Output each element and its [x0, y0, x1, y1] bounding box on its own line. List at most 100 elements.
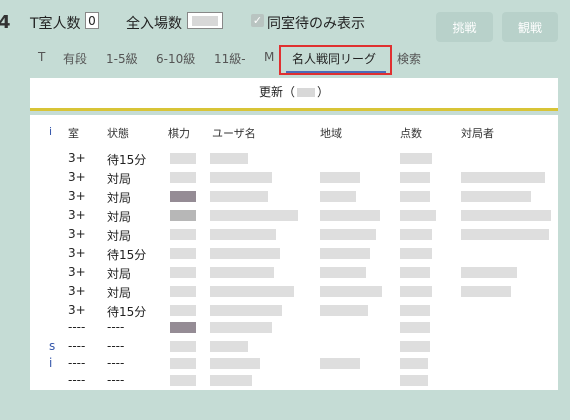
redacted-rank — [170, 191, 196, 202]
redacted-score — [400, 322, 430, 333]
redacted-score — [400, 172, 430, 183]
redacted-rank — [170, 305, 196, 316]
table-row[interactable]: 3+ 対局 — [30, 227, 558, 245]
redacted-score — [400, 358, 428, 369]
row-status: 対局 — [107, 172, 132, 186]
redacted-username — [210, 210, 298, 221]
redacted-region — [320, 358, 360, 369]
row-room: ---- — [68, 339, 86, 353]
redacted-score — [400, 267, 430, 278]
table-row[interactable]: 3+ 対局 — [30, 170, 558, 188]
redacted-rank — [170, 286, 196, 297]
redacted-opponent — [461, 229, 549, 240]
refresh-suffix: ） — [317, 85, 330, 99]
row-room: 3+ — [68, 227, 86, 241]
same-room-waiting-label: 同室待のみ表示 — [267, 16, 365, 32]
header-bar: T室人数 0 全入場数 ✓ 同室待のみ表示 挑戦 観戦 — [0, 10, 570, 42]
table-row[interactable]: ---- ---- — [30, 320, 558, 338]
redacted-username — [210, 341, 248, 352]
table-row[interactable]: 3+ 対局 — [30, 208, 558, 226]
col-opponent[interactable]: 対局者 — [461, 125, 494, 141]
redacted-opponent — [461, 191, 531, 202]
table-row[interactable]: i ---- ---- — [30, 356, 558, 374]
table-row[interactable]: s ---- ---- — [30, 339, 558, 357]
row-status: 対局 — [107, 210, 132, 224]
row-room: 3+ — [68, 246, 86, 260]
highlight-box — [279, 45, 392, 75]
table-row[interactable]: 3+ 対局 — [30, 189, 558, 207]
redacted-username — [210, 358, 260, 369]
redacted-rank — [170, 153, 196, 164]
row-status: 待15分 — [107, 153, 147, 167]
redacted-score — [400, 153, 432, 164]
row-status: 待15分 — [107, 248, 147, 262]
row-status: 対局 — [107, 286, 132, 300]
redacted-rank — [170, 267, 196, 278]
table-row[interactable]: 3+ 待15分 — [30, 246, 558, 264]
redacted-username — [210, 191, 268, 202]
watch-button[interactable]: 観戦 — [502, 12, 558, 42]
redacted-rank — [170, 322, 196, 333]
same-room-waiting-checkbox[interactable]: ✓ — [251, 14, 264, 27]
tab-kyu-6-10[interactable]: 6-10級 — [156, 50, 195, 67]
col-status[interactable]: 状態 — [107, 125, 129, 141]
redacted-rank — [170, 375, 196, 386]
row-room: ---- — [68, 373, 86, 387]
tab-kyu-1-5[interactable]: 1-5級 — [106, 50, 138, 67]
col-rank[interactable]: 棋力 — [168, 125, 190, 141]
row-status: ---- — [107, 356, 125, 370]
redacted-opponent — [461, 210, 551, 221]
row-status: ---- — [107, 339, 125, 353]
redacted-score — [400, 286, 432, 297]
col-score[interactable]: 点数 — [400, 125, 422, 141]
redacted-opponent — [461, 286, 511, 297]
redacted-score — [400, 210, 436, 221]
redacted-username — [210, 229, 276, 240]
refresh-prefix: 更新（ — [258, 85, 295, 99]
tab-search[interactable]: 検索 — [397, 50, 421, 67]
col-username[interactable]: ユーザ名 — [212, 125, 256, 141]
t-room-count-label: T室人数 — [30, 16, 81, 32]
t-room-count-value: 0 — [85, 12, 99, 29]
tab-t[interactable]: T — [38, 50, 45, 64]
row-status: ---- — [107, 320, 125, 334]
row-room: 3+ — [68, 284, 86, 298]
redacted-username — [210, 322, 272, 333]
col-info[interactable]: i — [49, 125, 52, 138]
refresh-button[interactable]: 更新（ ） — [30, 78, 558, 111]
col-region[interactable]: 地域 — [320, 125, 342, 141]
redacted-rank — [170, 341, 196, 352]
redacted-rank — [170, 210, 196, 221]
row-room: ---- — [68, 356, 86, 370]
redacted-rank — [170, 248, 196, 259]
redacted-score — [400, 191, 430, 202]
redacted-region — [320, 305, 368, 316]
row-mark: s — [49, 339, 56, 353]
redacted-username — [210, 248, 280, 259]
row-room: 3+ — [68, 151, 86, 165]
redacted-rank — [170, 358, 196, 369]
table-row[interactable]: 3+ 対局 — [30, 284, 558, 302]
redacted-score — [400, 229, 432, 240]
table-row[interactable]: 3+ 待15分 — [30, 303, 558, 321]
row-status: 対局 — [107, 191, 132, 205]
tab-kyu-11-plus[interactable]: 11級- — [214, 50, 246, 67]
tab-dan[interactable]: 有段 — [63, 50, 87, 67]
row-room: 3+ — [68, 303, 86, 317]
redacted-value — [192, 16, 218, 26]
row-room: 3+ — [68, 189, 86, 203]
redacted-time — [297, 88, 315, 97]
col-room[interactable]: 室 — [68, 125, 79, 141]
challenge-button[interactable]: 挑戦 — [436, 12, 493, 42]
row-status: 対局 — [107, 229, 132, 243]
redacted-opponent — [461, 267, 517, 278]
table-row[interactable]: ---- ---- — [30, 373, 558, 391]
redacted-region — [320, 191, 356, 202]
redacted-username — [210, 286, 294, 297]
row-mark: i — [49, 356, 53, 370]
tab-m[interactable]: M — [264, 50, 274, 64]
table-row[interactable]: 3+ 対局 — [30, 265, 558, 283]
redacted-region — [320, 172, 360, 183]
table-row[interactable]: 3+ 待15分 — [30, 151, 558, 169]
redacted-username — [210, 375, 252, 386]
